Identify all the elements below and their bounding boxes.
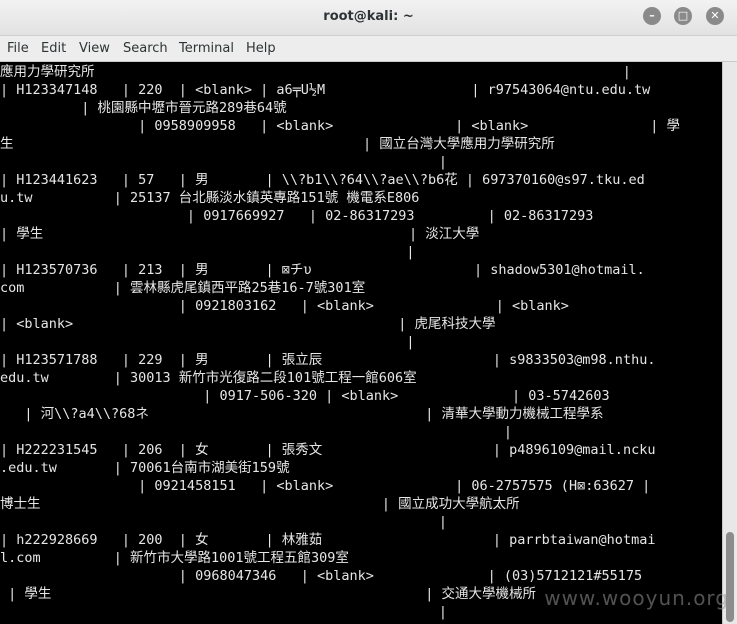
window-title: root@kali: ~ [323, 9, 414, 24]
terminal-line: u.tw | 25137 台北縣淡水鎮英專路151號 機電系E806 [0, 190, 420, 206]
terminal-line: | 0958909958 | <blank> | <blank> | 學 [0, 118, 680, 134]
terminal-line: edu.tw | 30013 新竹市光復路二段101號工程一館606室 [0, 370, 417, 386]
terminal-line: com | 雲林縣虎尾鎮西平路25巷16-7號301室 [0, 280, 366, 296]
watermark: www.wooyun.org [544, 586, 729, 610]
terminal-line: | [0, 154, 448, 170]
menu-bar: File Edit View Search Terminal Help [0, 36, 737, 62]
terminal-line: | H222231545 | 206 | 女 | 張秀文 | p4896109@… [0, 442, 656, 458]
menu-help[interactable]: Help [246, 41, 276, 56]
terminal-line: | <blank> | 虎尾科技大學 [0, 316, 496, 332]
terminal-line: 博士生 | 國立成功大學航太所 [0, 496, 520, 512]
terminal-line: | 0917669927 | 02-86317293 | 02-86317293 [0, 208, 594, 224]
terminal-line: l.com | 新竹市大學路1001號工程五館309室 [0, 550, 349, 566]
terminal-line: .edu.tw | 70061台南市湖美街159號 [0, 460, 290, 476]
terminal-line: 應用力學研究所 | [0, 64, 631, 80]
vertical-scrollbar[interactable] [722, 62, 737, 624]
terminal-line: | [0, 514, 448, 530]
menu-view[interactable]: View [79, 41, 110, 56]
terminal-line: | [0, 604, 448, 620]
terminal-line: | H123570736 | 213 | 男 | ⊠チυ | shadow530… [0, 262, 645, 278]
menu-edit[interactable]: Edit [41, 41, 66, 56]
maximize-button[interactable]: □ [674, 7, 692, 25]
menu-search[interactable]: Search [123, 41, 168, 56]
terminal-line: | 0968047346 | <blank> | (03)5712121#551… [0, 568, 643, 584]
terminal-window: root@kali: ~ – □ ✕ File Edit View Search… [0, 0, 737, 624]
terminal-line: | 學生 | 淡江大學 [0, 226, 480, 242]
terminal-line: | 河\\?a4\\?68ネ | 清華大學動力機械工程學系 [0, 406, 604, 422]
close-button[interactable]: ✕ [706, 7, 724, 25]
menu-file[interactable]: File [7, 41, 29, 56]
minimize-button[interactable]: – [643, 7, 661, 25]
terminal-line: | [0, 334, 415, 350]
terminal-line: | 學生 | 交通大學機械所 [0, 586, 537, 602]
terminal-line: | 0917-506-320 | <blank> | 03-5742603 [0, 388, 610, 404]
terminal-line: | [0, 424, 513, 440]
menu-terminal[interactable]: Terminal [179, 41, 234, 56]
terminal-line: | [0, 244, 415, 260]
terminal-line: | h222928669 | 200 | 女 | 林雅茹 | parrbtaiw… [0, 532, 656, 548]
terminal-line: | H123441623 | 57 | 男 | \\?b1\\?64\\?ae\… [0, 172, 645, 188]
terminal-line: | H123571788 | 229 | 男 | 張立辰 | s9833503@… [0, 352, 656, 368]
terminal-output[interactable]: 應用力學研究所 | | H123347148 | 220 | <blank> | … [0, 62, 722, 624]
terminal-line: | 0921458151 | <blank> | 06-2757575 (H⊠:… [0, 478, 651, 494]
terminal-line: 生 | 國立台灣大學應用力學研究所 [0, 136, 555, 152]
terminal-line: | 桃園縣中壢市晉元路289巷64號 [0, 100, 287, 116]
title-bar[interactable]: root@kali: ~ – □ ✕ [0, 0, 737, 36]
terminal-line: | 0921803162 | <blank> | <blank> [0, 298, 569, 314]
terminal-line: | H123347148 | 220 | <blank> | a6╤U½M | … [0, 82, 651, 98]
